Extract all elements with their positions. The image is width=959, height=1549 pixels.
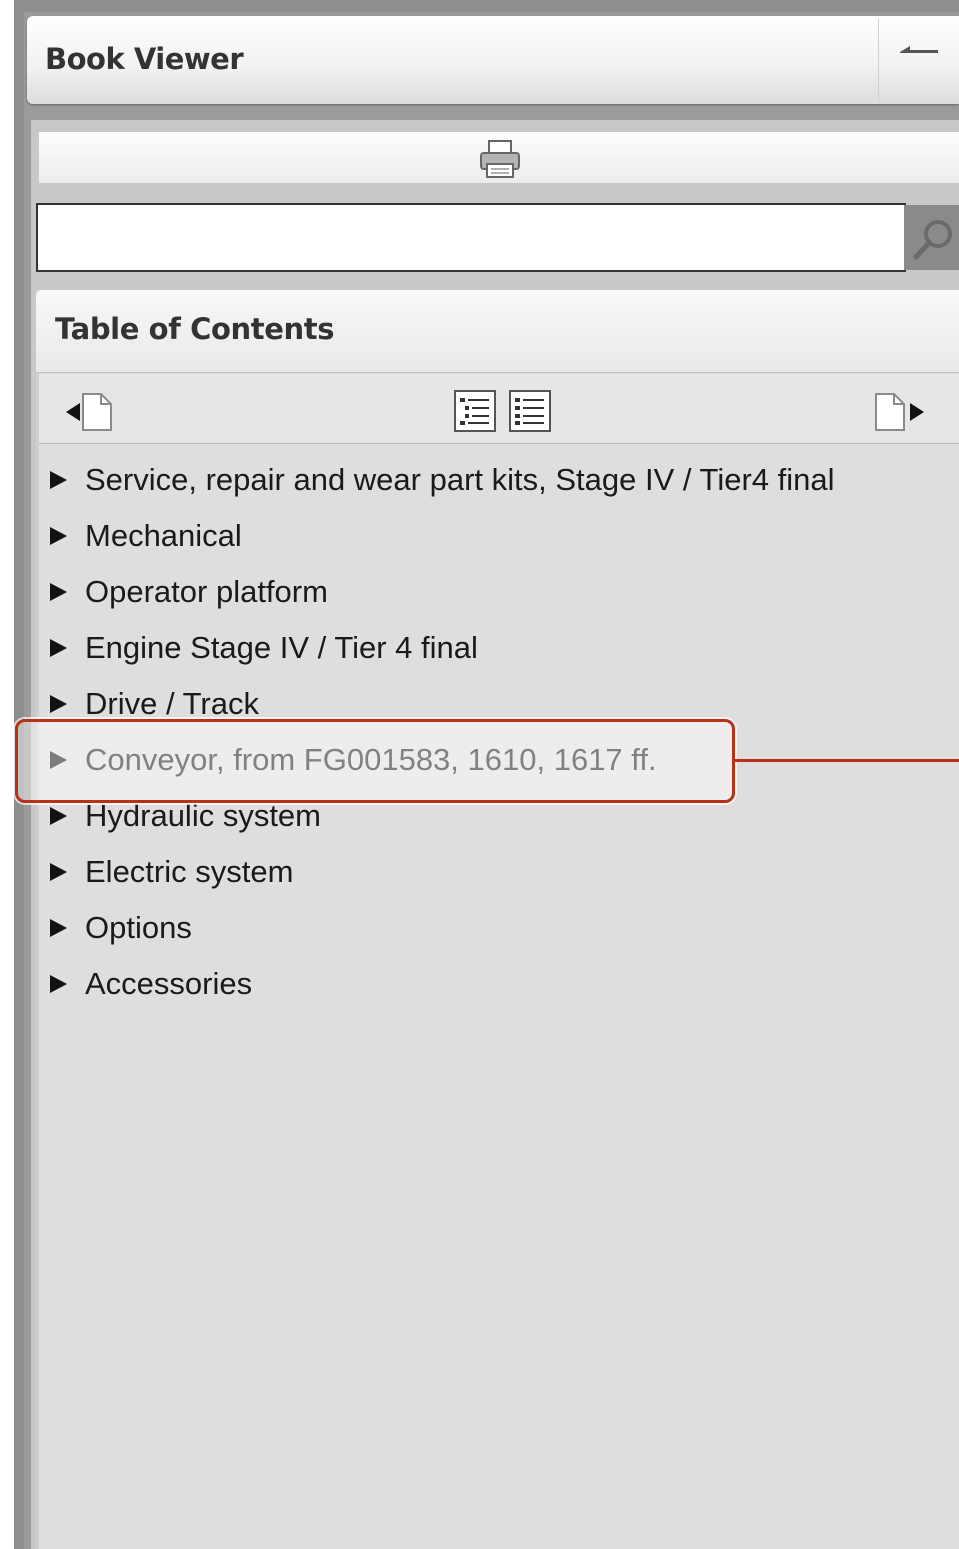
toc-item-conveyor[interactable]: Conveyor, from FG001583, 1610, 1617 ff. [50,732,950,788]
expand-arrow-icon[interactable] [50,693,72,715]
toc-item-hydraulic-system[interactable]: Hydraulic system [50,788,950,844]
toc-item-engine[interactable]: Engine Stage IV / Tier 4 final [50,620,950,676]
toc-item-label: Drive / Track [85,686,259,721]
expand-arrow-icon[interactable] [50,749,72,771]
search-button[interactable] [904,205,959,270]
next-page-icon[interactable] [870,388,940,436]
toc-item-label: Hydraulic system [85,798,321,833]
expand-arrow-icon[interactable] [50,973,72,995]
magnifier-icon [913,220,952,260]
toc-nav-bar [39,374,959,444]
collapse-all-icon[interactable] [453,389,499,435]
toc-item-electric-system[interactable]: Electric system [50,844,950,900]
expand-arrow-icon[interactable] [50,469,72,491]
toc-item-label: Mechanical [85,518,242,553]
expand-arrow-icon[interactable] [50,917,72,939]
toc-item-accessories[interactable]: Accessories [50,956,950,1012]
toc-item-options[interactable]: Options [50,900,950,956]
minimize-icon[interactable] [896,40,942,62]
expand-arrow-icon[interactable] [50,805,72,827]
search-input[interactable] [36,203,906,272]
title-divider [878,18,879,102]
toc-item-label: Conveyor, from FG001583, 1610, 1617 ff. [85,742,657,777]
expand-arrow-icon[interactable] [50,581,72,603]
expand-arrow-icon[interactable] [50,637,72,659]
page-margin [0,0,14,1549]
window-frame-top [14,0,959,12]
previous-page-icon[interactable] [60,388,130,436]
toc-title: Table of Contents [55,312,335,346]
toc-item-label: Options [85,910,192,945]
toc-item-mechanical[interactable]: Mechanical [50,508,950,564]
toc-item-drive-track[interactable]: Drive / Track [50,676,950,732]
window-title: Book Viewer [45,42,244,76]
toc-item-label: Electric system [85,854,294,889]
printer-icon[interactable] [476,138,524,182]
toc-item-label: Service, repair and wear part kits, Stag… [85,462,835,497]
expand-arrow-icon[interactable] [50,525,72,547]
toc-item-label: Accessories [85,966,253,1001]
expand-all-icon[interactable] [508,389,554,435]
expand-arrow-icon[interactable] [50,861,72,883]
toc-item-label: Engine Stage IV / Tier 4 final [85,630,478,665]
toc-item-service-kits[interactable]: Service, repair and wear part kits, Stag… [50,452,950,508]
toc-item-label: Operator platform [85,574,328,609]
toc-list: Service, repair and wear part kits, Stag… [50,452,950,1012]
toc-item-operator-platform[interactable]: Operator platform [50,564,950,620]
